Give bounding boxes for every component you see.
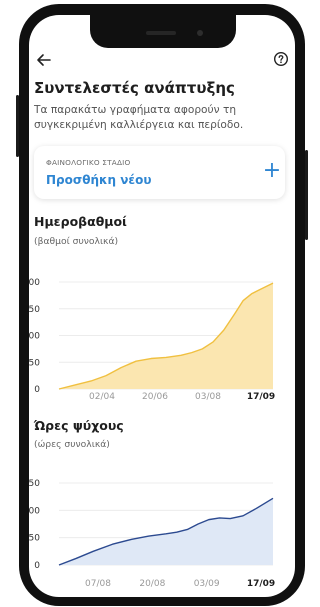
x-tick-label: 02/04: [89, 392, 115, 402]
y-tick-label: 0: [34, 385, 40, 395]
y-tick-label: 150: [29, 305, 40, 315]
x-tick-label: 20/06: [142, 392, 168, 402]
x-tick-label: 17/09: [247, 392, 275, 402]
help-button[interactable]: [273, 51, 289, 67]
page-subtitle: Τα παρακάτω γραφήματα αφορούν τη συγκεκρ…: [34, 104, 244, 131]
plus-icon[interactable]: +: [260, 159, 284, 183]
y-tick-label: 150: [29, 479, 40, 489]
x-tick-label: 17/09: [247, 579, 275, 589]
series-area: [59, 498, 273, 565]
back-button[interactable]: [33, 49, 55, 71]
degree-days-title: Ημεροβαθμοί: [34, 214, 127, 229]
phenology-stage-label: ΦΑΙΝΟΛΟΓΙΚΟ ΣΤΑΔΙΟ: [46, 158, 131, 167]
series-area: [59, 283, 273, 389]
y-tick-label: 200: [29, 278, 40, 288]
phenology-stage-card[interactable]: ΦΑΙΝΟΛΟΓΙΚΟ ΣΤΑΔΙΟ Προσθήκη νέου +: [34, 146, 285, 199]
notch: [90, 15, 236, 48]
y-tick-label: 100: [29, 332, 40, 342]
side-button-left: [16, 95, 19, 157]
y-tick-label: 50: [29, 358, 40, 368]
chill-hours-subtitle: (ώρες συνολικά): [34, 439, 110, 450]
speaker: [146, 31, 176, 35]
x-tick-label: 20/08: [139, 579, 165, 589]
degree-days-chart: 0 50 100 150 200 02/04 20/06 03/08 17/09: [29, 278, 275, 402]
x-tick-label: 07/08: [85, 579, 111, 589]
camera: [197, 30, 203, 36]
y-tick-label: 50: [29, 534, 40, 544]
x-tick-label: 03/09: [194, 579, 220, 589]
y-tick-label: 0: [34, 561, 40, 571]
page-title: Συντελεστές ανάπτυξης: [34, 79, 235, 97]
add-new-link[interactable]: Προσθήκη νέου: [46, 173, 151, 187]
app-screen: Συντελεστές ανάπτυξης Τα παρακάτω γραφήμ…: [29, 15, 295, 597]
help-circle-icon: [273, 51, 289, 67]
degree-days-subtitle: (βαθμοί συνολικά): [34, 236, 119, 247]
y-tick-label: 100: [29, 506, 40, 516]
chill-hours-title: Ώρες ψύχους: [34, 418, 124, 433]
chill-hours-chart: 0 50 100 150 07/08 20/08 03/09 17/09: [29, 479, 275, 589]
x-tick-label: 03/08: [195, 392, 221, 402]
side-button-right: [305, 150, 308, 240]
arrow-left-icon: [37, 54, 51, 66]
